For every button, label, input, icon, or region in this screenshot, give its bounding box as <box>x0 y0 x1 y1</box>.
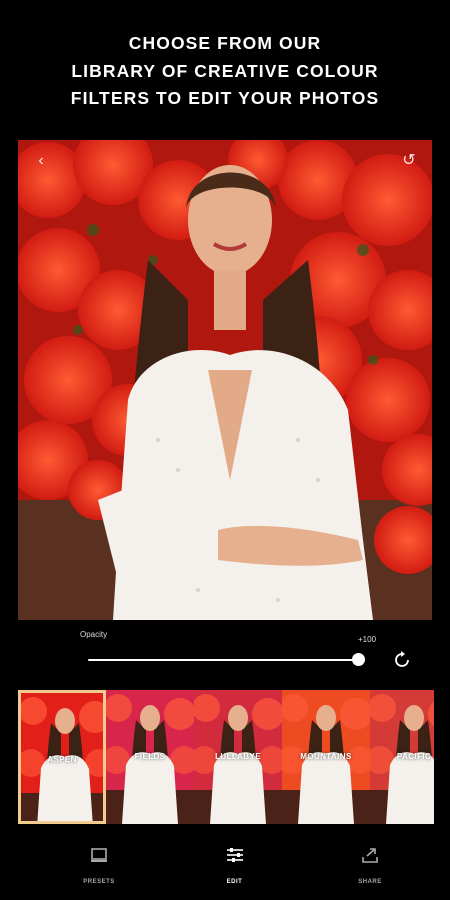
presets-icon <box>91 848 107 862</box>
opacity-slider-thumb[interactable] <box>352 653 365 666</box>
filter-tile[interactable]: PACIFIC <box>370 690 434 824</box>
headline-line-3: FILTERS TO EDIT YOUR PHOTOS <box>70 88 380 108</box>
nav-presets[interactable]: PRESETS <box>74 846 124 900</box>
filter-tile[interactable]: LULLABYE <box>194 690 282 824</box>
opacity-label: Opacity <box>80 630 108 639</box>
nav-share[interactable]: SHARE <box>345 846 395 900</box>
promo-headline: CHOOSE FROM OUR LIBRARY OF CREATIVE COLO… <box>0 30 450 113</box>
filter-name: MOUNTAINS <box>300 752 352 761</box>
back-icon[interactable]: ‹ <box>32 152 50 170</box>
filter-tile[interactable]: MOUNTAINS <box>282 690 370 824</box>
nav-edit-label: EDIT <box>226 879 243 885</box>
nav-edit[interactable]: EDIT <box>210 846 260 900</box>
headline-line-1: CHOOSE FROM OUR <box>128 33 322 53</box>
filter-tile[interactable]: ASPEN <box>18 690 106 824</box>
photo-preview[interactable]: ‹ ↺ <box>18 140 432 620</box>
opacity-value: +100 <box>358 635 377 644</box>
filter-strip: ASPEN FIELDS LULLABYE MOUNTAINS PACIFIC <box>18 690 434 824</box>
reset-icon[interactable] <box>393 651 411 669</box>
headline-line-2: LIBRARY OF CREATIVE COLOUR <box>71 60 379 81</box>
sliders-icon <box>226 848 243 862</box>
share-icon <box>362 848 378 863</box>
filter-name: FIELDS <box>134 752 166 761</box>
filter-name: LULLABYE <box>215 752 261 761</box>
nav-share-label: SHARE <box>358 879 382 885</box>
photo-illustration <box>18 140 432 620</box>
nav-presets-label: PRESETS <box>83 879 115 885</box>
filter-name: ASPEN <box>47 755 77 764</box>
bottom-nav: PRESETS EDIT SHARE <box>0 846 450 900</box>
filter-name: PACIFIC <box>396 752 432 761</box>
opacity-slider-track[interactable] <box>88 659 358 661</box>
filter-tile[interactable]: FIELDS <box>106 690 194 824</box>
undo-icon[interactable]: ↺ <box>400 152 418 170</box>
